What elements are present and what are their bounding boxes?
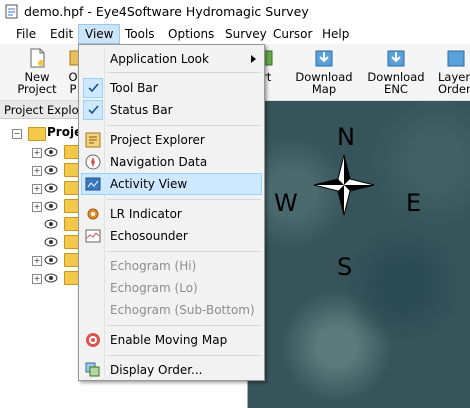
menu-item-echosounder[interactable]: Echosounder bbox=[81, 225, 262, 247]
menu-tools[interactable]: Tools bbox=[119, 24, 161, 44]
moving-map-icon bbox=[86, 333, 100, 347]
eye-icon[interactable] bbox=[44, 237, 58, 247]
compass-north-label: N bbox=[337, 123, 355, 151]
menu-item-activity-view[interactable]: Activity View bbox=[81, 173, 262, 195]
menu-separator bbox=[107, 325, 261, 326]
folder-icon bbox=[28, 127, 46, 141]
display-order-icon bbox=[85, 362, 100, 377]
menu-item-status-bar[interactable]: Status Bar bbox=[81, 99, 262, 121]
menu-separator bbox=[107, 199, 261, 200]
title-bar: demo.hpf - Eye4Software Hydromagic Surve… bbox=[0, 0, 470, 24]
menu-cursor[interactable]: Cursor bbox=[267, 24, 318, 44]
menu-separator bbox=[107, 125, 261, 126]
menu-view[interactable]: View bbox=[78, 24, 121, 44]
menu-survey[interactable]: Survey bbox=[219, 24, 273, 44]
menu-separator bbox=[107, 355, 261, 356]
compass-west-label: W bbox=[274, 189, 298, 217]
submenu-arrow-icon bbox=[251, 55, 256, 63]
compass-icon bbox=[85, 154, 101, 170]
compass-rose-icon bbox=[313, 154, 375, 216]
menu-help[interactable]: Help bbox=[316, 24, 355, 44]
window-title: demo.hpf - Eye4Software Hydromagic Surve… bbox=[24, 4, 309, 19]
compass-east-label: E bbox=[406, 189, 422, 217]
eye-icon[interactable] bbox=[44, 165, 58, 175]
expand-icon[interactable]: + bbox=[32, 274, 42, 284]
activity-view-icon bbox=[85, 177, 101, 191]
checkmark-icon bbox=[83, 78, 103, 98]
menu-file[interactable]: File bbox=[10, 24, 42, 44]
eye-icon[interactable] bbox=[44, 147, 58, 157]
compass-south-label: S bbox=[337, 253, 353, 281]
checkmark-icon bbox=[83, 100, 103, 120]
new-document-icon bbox=[30, 48, 45, 68]
map-view[interactable]: N S E W bbox=[248, 101, 470, 408]
menu-item-tool-bar[interactable]: Tool Bar bbox=[81, 77, 262, 99]
menu-separator bbox=[107, 251, 261, 252]
download-enc-icon bbox=[387, 50, 405, 67]
eye-icon[interactable] bbox=[44, 201, 58, 211]
eye-icon[interactable] bbox=[44, 219, 58, 229]
eye-icon[interactable] bbox=[44, 273, 58, 283]
menu-options[interactable]: Options bbox=[162, 24, 220, 44]
gear-icon bbox=[87, 208, 99, 220]
download-map-icon bbox=[315, 50, 333, 67]
menu-separator bbox=[107, 72, 261, 73]
collapse-icon[interactable]: − bbox=[12, 129, 22, 139]
download-enc-button[interactable]: Download ENC bbox=[364, 46, 428, 98]
menu-item-project-explorer[interactable]: Project Explorer bbox=[81, 129, 262, 151]
eye-icon[interactable] bbox=[44, 255, 58, 265]
menu-item-display-order[interactable]: Display Order... bbox=[81, 359, 262, 381]
expand-icon[interactable]: + bbox=[32, 166, 42, 176]
view-menu-dropdown: Application Look Tool Bar Status Bar Pro… bbox=[78, 44, 265, 381]
menu-bar: File Edit View Tools Options Survey Curs… bbox=[0, 24, 470, 44]
project-explorer-icon bbox=[85, 132, 101, 148]
menu-item-lr-indicator[interactable]: LR Indicator bbox=[81, 203, 262, 225]
expand-icon[interactable]: + bbox=[32, 184, 42, 194]
echosounder-icon bbox=[85, 229, 101, 243]
download-map-button[interactable]: Download Map bbox=[291, 46, 357, 98]
menu-item-application-look[interactable]: Application Look bbox=[81, 48, 262, 70]
layer-order-button[interactable]: Layer Order bbox=[438, 46, 470, 98]
menu-item-echogram-sub-bottom: Echogram (Sub-Bottom) bbox=[110, 303, 255, 317]
eye-icon[interactable] bbox=[44, 183, 58, 193]
expand-icon[interactable]: + bbox=[32, 202, 42, 212]
expand-icon[interactable]: + bbox=[32, 148, 42, 158]
expand-icon[interactable]: + bbox=[32, 256, 42, 266]
menu-item-enable-moving-map[interactable]: Enable Moving Map bbox=[81, 329, 262, 351]
layer-order-icon bbox=[447, 50, 465, 67]
app-icon bbox=[5, 4, 18, 19]
menu-item-navigation-data[interactable]: Navigation Data bbox=[81, 151, 262, 173]
menu-edit[interactable]: Edit bbox=[44, 24, 79, 44]
menu-item-echogram-lo: Echogram (Lo) bbox=[110, 281, 198, 295]
menu-item-echogram-hi: Echogram (Hi) bbox=[110, 259, 197, 273]
new-project-button[interactable]: New Project bbox=[14, 46, 60, 98]
